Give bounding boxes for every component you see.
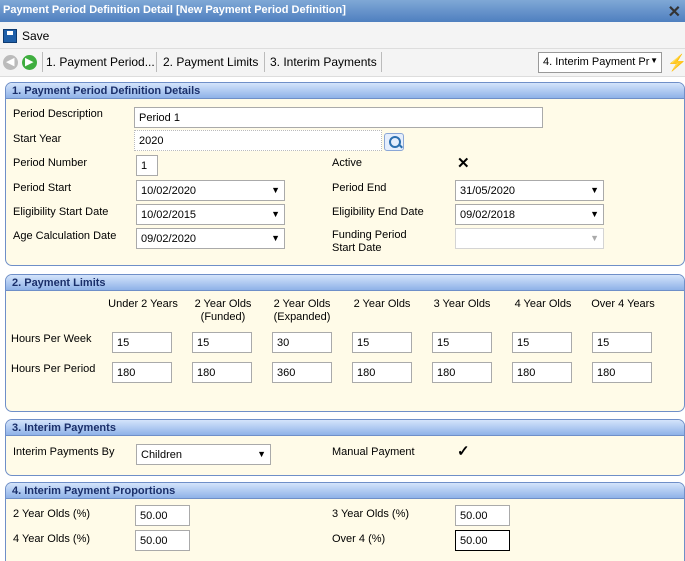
- period-start-label: Period Start: [13, 182, 72, 194]
- hours-per-week-input[interactable]: 15: [192, 332, 252, 353]
- tab-separator: [42, 52, 43, 72]
- start-year-input[interactable]: 2020: [134, 130, 382, 151]
- section-jump-select[interactable]: 4. Interim Payment Pr ▼: [538, 52, 662, 73]
- funding-period-start-date-picker: ▼: [455, 228, 604, 249]
- two-year-olds-input[interactable]: 50.00: [135, 505, 190, 526]
- tab-interim-payments[interactable]: 3. Interim Payments: [270, 55, 377, 69]
- hours-per-period-label: Hours Per Period: [11, 363, 96, 375]
- column-header: Under 2 Years: [108, 298, 178, 310]
- eligibility-end-value: 09/02/2018: [460, 209, 516, 221]
- column-header: 2 Year Olds (Funded): [194, 298, 252, 323]
- hours-per-week-input[interactable]: 15: [112, 332, 172, 353]
- hours-per-period-input[interactable]: 360: [272, 362, 332, 383]
- period-number-input[interactable]: 1: [136, 155, 158, 176]
- section-title: 4. Interim Payment Proportions: [6, 483, 684, 499]
- two-year-olds-label: 2 Year Olds (%): [13, 508, 91, 520]
- chevron-down-icon: ▼: [271, 209, 280, 219]
- window-title-bar: Payment Period Definition Detail [New Pa…: [0, 0, 685, 22]
- tab-separator: [264, 52, 265, 72]
- four-year-olds-label: 4 Year Olds (%): [13, 533, 91, 545]
- interim-payments-by-label: Interim Payments By: [13, 446, 115, 458]
- hours-per-week-input[interactable]: 15: [512, 332, 572, 353]
- tab-separator: [156, 52, 157, 72]
- eligibility-start-date-picker[interactable]: 10/02/2015 ▼: [136, 204, 285, 225]
- lightning-icon[interactable]: ⚡: [667, 53, 685, 73]
- nav-toolbar: ◀ ▶ 1. Payment Period... 2. Payment Limi…: [0, 49, 685, 77]
- column-header: 3 Year Olds: [433, 298, 491, 310]
- hours-per-period-input[interactable]: 180: [512, 362, 572, 383]
- hours-per-period-input[interactable]: 180: [592, 362, 652, 383]
- main-toolbar: Save: [0, 22, 685, 49]
- period-start-value: 10/02/2020: [141, 185, 197, 197]
- tab-payment-period[interactable]: 1. Payment Period...: [46, 55, 155, 69]
- hours-per-week-input[interactable]: 15: [432, 332, 492, 353]
- manual-payment-label: Manual Payment: [332, 446, 415, 458]
- back-arrow-icon[interactable]: ◀: [3, 55, 18, 70]
- age-calculation-label: Age Calculation Date: [13, 230, 117, 242]
- chevron-down-icon: ▼: [257, 449, 266, 459]
- age-calculation-value: 09/02/2020: [141, 233, 197, 245]
- chevron-down-icon: ▼: [650, 56, 658, 65]
- save-label: Save: [22, 29, 50, 43]
- hours-per-week-input[interactable]: 15: [352, 332, 412, 353]
- period-description-label: Period Description: [13, 108, 103, 120]
- active-label: Active: [332, 157, 362, 169]
- chevron-down-icon: ▼: [590, 233, 599, 243]
- three-year-olds-label: 3 Year Olds (%): [332, 508, 410, 520]
- period-start-date-picker[interactable]: 10/02/2020 ▼: [136, 180, 285, 201]
- hours-per-period-input[interactable]: 180: [112, 362, 172, 383]
- window-title: Payment Period Definition Detail [New Pa…: [3, 4, 346, 16]
- section-interim-payments: 3. Interim Payments Interim Payments By …: [5, 419, 685, 476]
- section-title: 2. Payment Limits: [6, 275, 684, 291]
- column-header: 2 Year Olds: [353, 298, 411, 310]
- over-four-input[interactable]: 50.00: [455, 530, 510, 551]
- period-number-label: Period Number: [13, 157, 87, 169]
- eligibility-start-value: 10/02/2015: [141, 209, 197, 221]
- section-payment-limits: 2. Payment Limits Under 2 Years 2 Year O…: [5, 274, 685, 412]
- three-year-olds-input[interactable]: 50.00: [455, 505, 510, 526]
- section-period-details: 1. Payment Period Definition Details Per…: [5, 82, 685, 266]
- column-header: Over 4 Years: [591, 298, 655, 310]
- tab-separator: [381, 52, 382, 72]
- chevron-down-icon: ▼: [590, 185, 599, 195]
- section-title: 1. Payment Period Definition Details: [6, 83, 684, 99]
- over-four-label: Over 4 (%): [332, 533, 386, 545]
- column-header: 2 Year Olds (Expanded): [273, 298, 331, 323]
- manual-payment-check-icon[interactable]: ✓: [457, 442, 470, 460]
- funding-start-date-label: Start Date: [332, 242, 382, 254]
- active-checkbox-cross-icon[interactable]: ✕: [457, 154, 470, 172]
- chevron-down-icon: ▼: [590, 209, 599, 219]
- chevron-down-icon: ▼: [271, 233, 280, 243]
- period-description-input[interactable]: Period 1: [134, 107, 543, 128]
- forward-arrow-icon[interactable]: ▶: [22, 55, 37, 70]
- hours-per-week-input[interactable]: 15: [592, 332, 652, 353]
- eligibility-end-date-picker[interactable]: 09/02/2018 ▼: [455, 204, 604, 225]
- age-calculation-date-picker[interactable]: 09/02/2020 ▼: [136, 228, 285, 249]
- save-icon: [3, 29, 17, 43]
- section-jump-value: 4. Interim Payment Pr: [543, 56, 650, 68]
- interim-payments-by-value: Children: [141, 449, 182, 461]
- four-year-olds-input[interactable]: 50.00: [135, 530, 190, 551]
- save-button[interactable]: Save: [3, 27, 49, 45]
- section-title: 3. Interim Payments: [6, 420, 684, 436]
- period-end-label: Period End: [332, 182, 387, 194]
- close-icon[interactable]: ✕: [668, 2, 681, 22]
- interim-payments-by-select[interactable]: Children ▼: [136, 444, 271, 465]
- hours-per-period-input[interactable]: 180: [352, 362, 412, 383]
- search-icon[interactable]: [384, 133, 404, 151]
- column-header: 4 Year Olds: [514, 298, 572, 310]
- eligibility-start-label: Eligibility Start Date: [13, 206, 109, 218]
- section-interim-proportions: 4. Interim Payment Proportions 2 Year Ol…: [5, 482, 685, 561]
- tab-payment-limits[interactable]: 2. Payment Limits: [163, 55, 258, 69]
- hours-per-period-input[interactable]: 180: [432, 362, 492, 383]
- hours-per-period-input[interactable]: 180: [192, 362, 252, 383]
- chevron-down-icon: ▼: [271, 185, 280, 195]
- period-end-date-picker[interactable]: 31/05/2020 ▼: [455, 180, 604, 201]
- period-end-value: 31/05/2020: [460, 185, 516, 197]
- hours-per-week-label: Hours Per Week: [11, 333, 92, 345]
- hours-per-week-input[interactable]: 30: [272, 332, 332, 353]
- funding-period-label: Funding Period: [332, 229, 407, 241]
- start-year-label: Start Year: [13, 133, 62, 145]
- eligibility-end-label: Eligibility End Date: [332, 206, 424, 218]
